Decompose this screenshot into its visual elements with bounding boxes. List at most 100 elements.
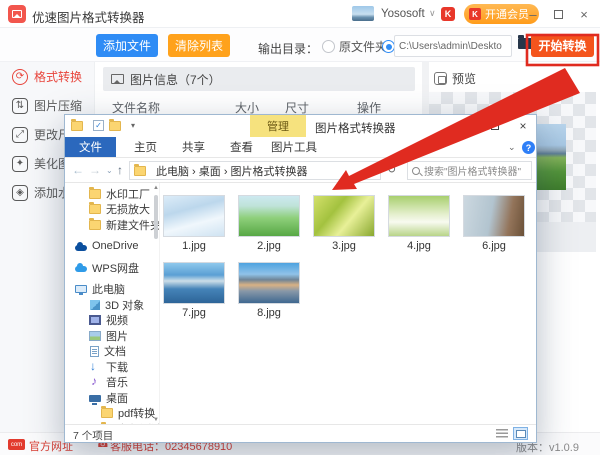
details-view-icon[interactable]	[496, 429, 508, 439]
file-item[interactable]: 8.jpg	[238, 262, 300, 319]
explorer-minimize-button[interactable]: –	[451, 115, 479, 137]
quick-access-folder2-icon[interactable]	[109, 121, 121, 131]
nav-up-icon[interactable]: ↑	[117, 163, 123, 177]
scroll-up-icon[interactable]: ▲	[153, 185, 159, 191]
tree-item[interactable]: 新建文件夹	[65, 217, 159, 233]
nav-history-icon[interactable]: ⌄	[106, 166, 113, 175]
account-name[interactable]: Yososoft	[381, 8, 425, 20]
nav-back-icon[interactable]: ←	[72, 163, 84, 177]
file-item[interactable]: 7.jpg	[163, 262, 225, 319]
app-titlebar: 优速图片格式转换器 Yososoft ∨ K K 开通会员 – ×	[0, 0, 600, 28]
file-thumbnail[interactable]	[163, 195, 225, 237]
tree-item[interactable]: 桌面	[65, 390, 159, 406]
maximize-icon	[554, 10, 563, 19]
file-item[interactable]: 6.jpg	[463, 195, 525, 252]
tree-item-label: 水印工厂	[106, 186, 150, 202]
explorer-close-button[interactable]: ×	[509, 115, 537, 137]
scroll-down-icon[interactable]: ▼	[153, 417, 159, 423]
scroll-thumb[interactable]	[154, 195, 158, 239]
tree-item[interactable]: 文档	[65, 344, 159, 360]
explorer-body: 水印工厂 无损放大 新建文件夹 OneDrive	[65, 183, 536, 426]
manage-context-tab[interactable]: 管理	[250, 115, 306, 137]
quick-access-folder-icon[interactable]	[71, 121, 83, 131]
tree-item[interactable]: 下载	[65, 359, 159, 375]
radio-source-label: 原文件夹	[339, 38, 387, 55]
tree-item[interactable]: WPS网盘	[65, 260, 159, 276]
tree-item[interactable]: 音乐	[65, 375, 159, 391]
ribbon-collapse-icon[interactable]: ⌄	[508, 142, 516, 153]
vip-upgrade-label: 开通会员	[485, 6, 529, 22]
start-convert-button[interactable]: 开始转换	[531, 34, 594, 57]
tree-item[interactable]: 视频	[65, 313, 159, 329]
breadcrumb-folder-icon	[134, 166, 146, 176]
thumbnail-view-icon[interactable]	[513, 427, 528, 440]
file-item[interactable]: 3.jpg	[313, 195, 375, 252]
ribbon-tab[interactable]: 查看	[223, 137, 260, 157]
breadcrumb-path[interactable]: 此电脑 › 桌面 › 图片格式转换器	[156, 163, 308, 179]
output-path-input[interactable]: C:\Users\admin\Deskto	[394, 35, 512, 57]
nav-forward-icon[interactable]: →	[89, 163, 101, 177]
sidebar-item-label: 格式转换	[34, 68, 82, 85]
search-placeholder: 搜索"图片格式转换器"	[424, 163, 521, 178]
tree-item-label: 3D 对象	[105, 297, 144, 313]
sidebar-item[interactable]: ⟳ 格式转换	[0, 62, 94, 91]
app-title: 优速图片格式转换器	[32, 7, 145, 26]
breadcrumb-dropdown-icon[interactable]: ⌄	[365, 165, 372, 174]
explorer-maximize-button[interactable]	[481, 115, 509, 137]
file-item[interactable]: 2.jpg	[238, 195, 300, 252]
account-chevron-down-icon[interactable]: ∨	[429, 8, 436, 19]
app-close-button[interactable]: ×	[575, 6, 593, 22]
file-item[interactable]: 1.jpg	[163, 195, 225, 252]
quick-access-toolbar: ✓ ▾	[71, 120, 135, 131]
file-name: 3.jpg	[313, 240, 375, 252]
file-thumbnail[interactable]	[163, 262, 225, 304]
file-explorer-window: ✓ ▾ 管理 图片格式转换器 – × 文件 主页 共享 查看 图片工具 ⌄ ?	[64, 114, 537, 443]
refresh-icon[interactable]: ↻	[387, 163, 396, 176]
app-maximize-button[interactable]	[549, 6, 567, 22]
quick-access-check-icon[interactable]: ✓	[93, 120, 104, 131]
tree-scrollbar[interactable]: ▲ ▼	[153, 185, 159, 423]
user-avatar[interactable]	[352, 6, 374, 21]
tree-item-label: OneDrive	[92, 240, 138, 252]
explorer-window-title: 图片格式转换器	[315, 120, 396, 136]
ribbon-tab[interactable]: 图片工具	[264, 137, 324, 157]
tree-item-icon	[75, 285, 87, 293]
tree-item[interactable]: pdf转换	[65, 406, 159, 422]
app-minimize-button[interactable]: –	[524, 6, 542, 22]
tree-item-label: 无损放大	[106, 201, 150, 217]
explorer-titlebar: ✓ ▾ 管理 图片格式转换器 – ×	[65, 115, 536, 137]
file-thumbnail[interactable]	[238, 195, 300, 237]
ribbon-tab[interactable]: 文件	[65, 137, 116, 157]
tree-item-label: 文档	[104, 343, 126, 359]
tree-item-label: WPS网盘	[92, 260, 139, 276]
breadcrumb[interactable]: 此电脑 › 桌面 › 图片格式转换器	[129, 161, 381, 180]
file-name: 8.jpg	[238, 307, 300, 319]
file-thumbnail[interactable]	[388, 195, 450, 237]
quick-access-dropdown-icon[interactable]: ▾	[131, 121, 135, 130]
ribbon-tab[interactable]: 主页	[127, 137, 164, 157]
help-button[interactable]: ?	[522, 141, 535, 154]
tree-item-label: 下载	[106, 359, 128, 375]
file-thumbnail[interactable]	[238, 262, 300, 304]
explorer-search-input[interactable]: 搜索"图片格式转换器"	[407, 161, 532, 180]
file-item[interactable]: 4.jpg	[388, 195, 450, 252]
tree-item[interactable]: 图片	[65, 328, 159, 344]
file-name: 7.jpg	[163, 307, 225, 319]
image-info-icon	[111, 74, 124, 84]
file-thumbnail[interactable]	[313, 195, 375, 237]
tree-item-icon	[75, 266, 87, 272]
file-thumbnail[interactable]	[463, 195, 525, 237]
brand-badge-icon: K	[441, 7, 455, 21]
ribbon-tab[interactable]: 共享	[175, 137, 212, 157]
clear-list-button[interactable]: 清除列表	[168, 34, 230, 57]
table-column-header: 操作	[357, 99, 381, 116]
radio-source-icon[interactable]	[322, 40, 335, 53]
add-files-button[interactable]: 添加文件	[96, 34, 158, 57]
tree-item[interactable]: 无损放大	[65, 202, 159, 218]
radio-source-folder[interactable]: 原文件夹	[322, 38, 387, 55]
tree-item[interactable]: 3D 对象	[65, 297, 159, 313]
table-column-header: 尺寸	[285, 99, 357, 116]
tree-item[interactable]: 此电脑	[65, 282, 159, 298]
tree-item[interactable]: 水印工厂	[65, 186, 159, 202]
tree-item[interactable]: OneDrive	[65, 239, 159, 255]
